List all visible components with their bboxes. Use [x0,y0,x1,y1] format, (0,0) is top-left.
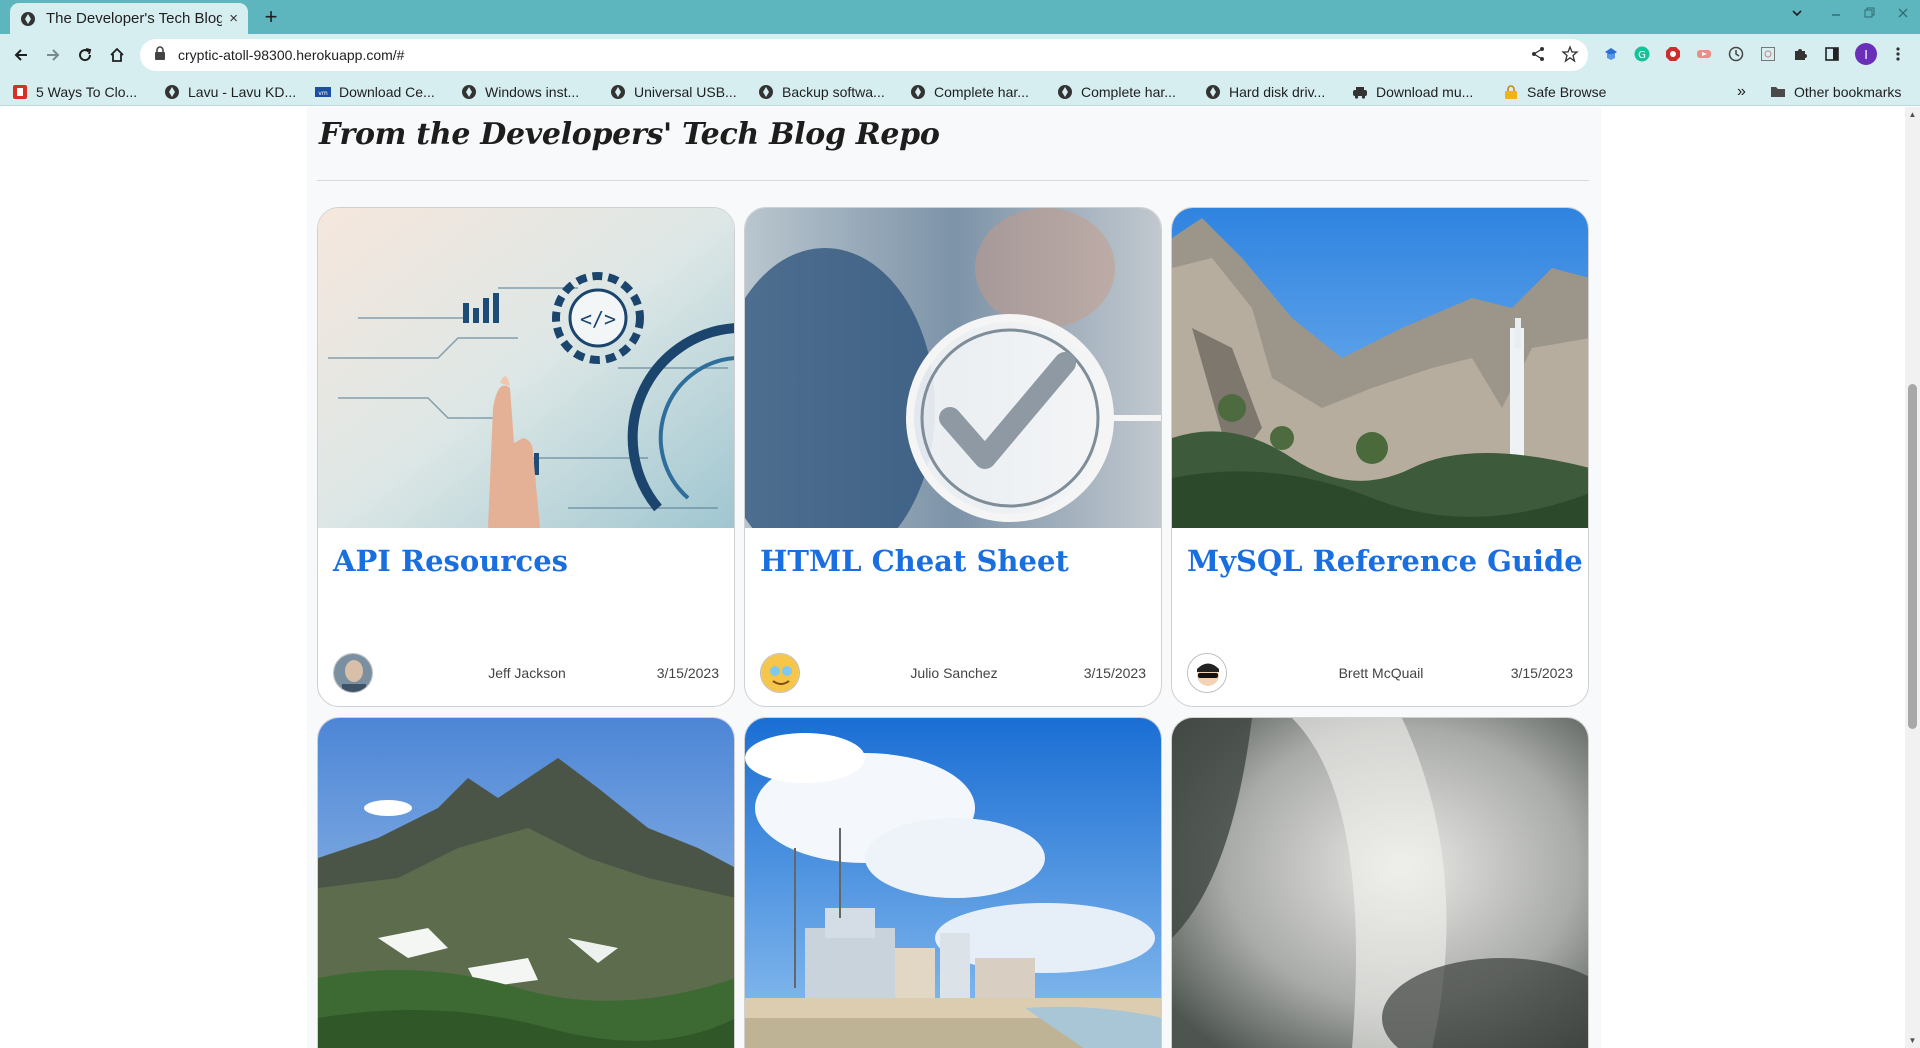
profile-avatar[interactable]: I [1855,43,1877,65]
car-icon [1352,84,1368,100]
blog-card[interactable]: HTML Cheat Sheet Julio Sanchez 3/15/2023 [744,207,1162,707]
globe-icon [164,84,180,100]
timer-extension-icon[interactable] [1727,45,1745,63]
lock-icon[interactable] [154,45,166,65]
bookmark-label: Backup softwa... [782,84,885,100]
bookmark-label: Windows inst... [485,84,580,100]
page-scrollbar[interactable]: ▲ ▼ [1905,107,1920,1048]
bookmark-label: 5 Ways To Clo... [36,84,138,100]
bookmarks-bar: 5 Ways To Clo... Lavu - Lavu KD... vm Do… [0,76,1920,106]
blog-card[interactable] [744,717,1162,1048]
scrollbar-thumb[interactable] [1908,384,1917,729]
chevron-down-icon[interactable] [1790,6,1804,23]
bookmark-label: Complete har... [934,84,1029,100]
bookmark-label: Hard disk driv... [1229,84,1326,100]
reload-icon[interactable] [72,42,98,68]
globe-icon [20,11,36,27]
globe-icon [1057,84,1073,100]
new-tab-button[interactable]: + [258,4,284,30]
other-bookmarks-label: Other bookmarks [1794,84,1902,100]
extension-shield-icon[interactable] [1602,45,1620,63]
globe-icon [758,84,774,100]
blurred-image [1172,718,1588,1048]
post-date: 3/15/2023 [1510,665,1573,681]
section-title: From the Developers' Tech Blog Repo [319,117,940,152]
bookmark-item[interactable]: Safe Browse [1503,82,1606,102]
kebab-menu-icon[interactable] [1889,45,1907,63]
tab-title: The Developer's Tech Blog [46,10,222,27]
globe-icon [610,84,626,100]
folder-icon [1770,84,1786,100]
bookmark-label: Download mu... [1376,84,1474,100]
blog-card[interactable]: </> API Resources Jeff Jackson 3/15/2023 [317,207,735,707]
blog-card[interactable]: MySQL Reference Guide Brett McQuail 3/15… [1171,207,1589,707]
blog-container: From the Developers' Tech Blog Repo </> … [307,107,1601,1048]
side-panel-icon[interactable] [1823,45,1841,63]
card-title[interactable]: MySQL Reference Guide [1187,544,1583,578]
scroll-down-icon[interactable]: ▼ [1908,1036,1917,1045]
vmware-icon: vm [315,84,331,100]
tech-interface-image: </> [318,208,734,528]
bookmark-label: Complete har... [1081,84,1176,100]
svg-text:</>: </> [580,307,616,331]
page-viewport: From the Developers' Tech Blog Repo </> … [0,107,1920,1048]
bookmark-item[interactable]: Backup softwa... [758,82,885,102]
tab-strip: The Developer's Tech Blog × + [0,0,1920,34]
checkmark-image [745,208,1161,528]
bookmark-star-icon[interactable] [1558,42,1582,66]
home-icon[interactable] [104,42,130,68]
scroll-up-icon[interactable]: ▲ [1908,110,1917,119]
bookmark-label: Download Ce... [339,84,435,100]
forward-arrow-icon[interactable] [40,42,66,68]
url-text: cryptic-atoll-98300.herokuapp.com/# [178,47,405,63]
blog-card[interactable] [317,717,735,1048]
post-date: 3/15/2023 [656,665,719,681]
bookmark-item[interactable]: Complete har... [910,82,1029,102]
blog-card[interactable] [1171,717,1589,1048]
bookmark-item[interactable]: Windows inst... [461,82,579,102]
bookmarks-overflow-button[interactable]: » [1737,82,1746,102]
mountain-image [318,718,734,1048]
bookmark-item[interactable]: Universal USB... [610,82,737,102]
globe-icon [1205,84,1221,100]
bookmark-item[interactable]: Download mu... [1352,82,1473,102]
lock-icon [1503,84,1519,100]
puzzle-extensions-icon[interactable] [1791,45,1809,63]
other-bookmarks-folder[interactable]: Other bookmarks [1770,82,1901,102]
globe-icon [910,84,926,100]
beach-hotel-image [745,718,1161,1048]
screenshot-extension-icon[interactable] [1759,45,1777,63]
close-tab-icon[interactable]: × [229,10,238,27]
bookmark-label: Universal USB... [634,84,737,100]
grammarly-icon[interactable]: G [1633,45,1651,63]
adblock-icon[interactable] [1664,45,1682,63]
share-icon[interactable] [1526,42,1550,66]
bookmark-item[interactable]: 5 Ways To Clo... [12,82,137,102]
bookmark-label: Lavu - Lavu KD... [188,84,297,100]
bookmark-label: Safe Browse [1527,84,1607,100]
browser-tab[interactable]: The Developer's Tech Blog × [10,3,248,34]
back-arrow-icon[interactable] [8,42,34,68]
restore-icon[interactable] [1862,6,1876,23]
section-divider [317,180,1589,181]
browser-toolbar: cryptic-atoll-98300.herokuapp.com/# G I [0,34,1920,76]
minimize-icon[interactable] [1829,6,1843,23]
card-title[interactable]: HTML Cheat Sheet [760,544,1069,578]
bookmark-item[interactable]: Lavu - Lavu KD... [164,82,296,102]
post-date: 3/15/2023 [1083,665,1146,681]
globe-icon [461,84,477,100]
close-window-icon[interactable] [1896,6,1910,23]
bookmark-item[interactable]: vm Download Ce... [315,82,435,102]
video-extension-icon[interactable] [1695,45,1713,63]
waterfall-image [1172,208,1588,528]
bookmark-item[interactable]: Complete har... [1057,82,1176,102]
card-title[interactable]: API Resources [333,544,568,578]
bookmark-item[interactable]: Hard disk driv... [1205,82,1325,102]
svg-text:vm: vm [318,90,328,97]
address-bar[interactable]: cryptic-atoll-98300.herokuapp.com/# [140,39,1588,71]
red-icon [12,84,28,100]
svg-text:G: G [1638,50,1646,61]
